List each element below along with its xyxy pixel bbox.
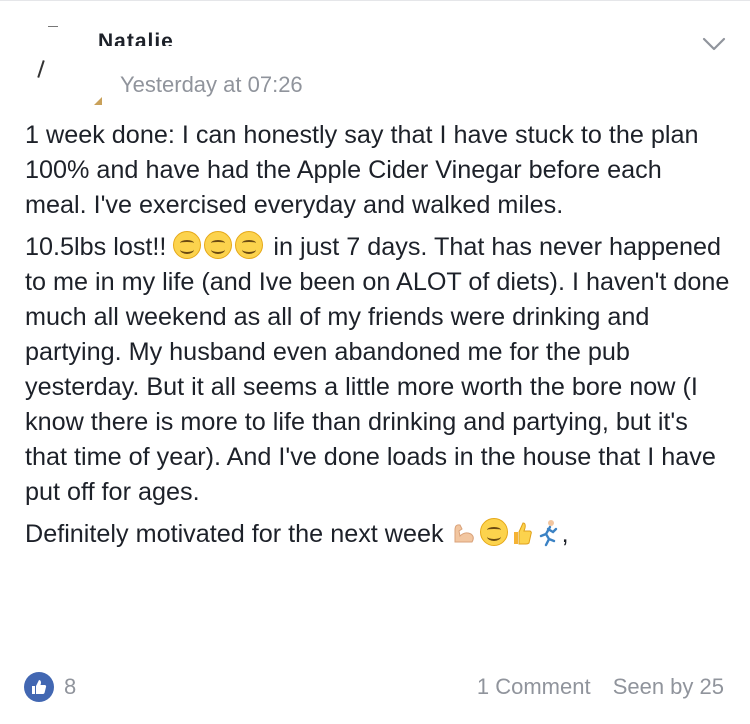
- like-count[interactable]: 8: [64, 674, 76, 700]
- smile-emoji-icon: [204, 231, 233, 259]
- paragraph-3-tail: ,: [561, 520, 569, 548]
- smile-emoji-icon: [235, 231, 264, 259]
- runner-icon: [536, 519, 560, 547]
- divider: [0, 0, 750, 1]
- paragraph-3: Definitely motivated for the next week ,: [25, 517, 730, 552]
- smile-emoji-icon: [173, 231, 202, 259]
- flexed-biceps-icon: [451, 520, 477, 546]
- seen-by[interactable]: Seen by 25: [613, 674, 724, 699]
- paragraph-2-lead: 10.5lbs lost!!: [25, 233, 167, 261]
- paragraph-2: 10.5lbs lost!! in just 7 days. That has …: [25, 230, 730, 510]
- avatar[interactable]: [18, 20, 108, 108]
- author-name[interactable]: Natalie: [98, 30, 174, 46]
- post-timestamp[interactable]: Yesterday at 07:26: [120, 72, 303, 98]
- post-card: Natalie Yesterday at 07:26 1 week done: …: [0, 0, 750, 724]
- chevron-down-icon[interactable]: [700, 30, 728, 58]
- paragraph-1: 1 week done: I can honestly say that I h…: [25, 121, 699, 219]
- comments-link[interactable]: 1 Comment: [477, 674, 591, 699]
- thumbs-up-icon: [511, 520, 533, 546]
- smile-emoji-icon: [479, 518, 508, 546]
- paragraph-3-text: Definitely motivated for the next week: [25, 520, 444, 548]
- paragraph-2-rest: in just 7 days. That has never happened …: [25, 233, 730, 506]
- post-body: 1 week done: I can honestly say that I h…: [25, 118, 730, 559]
- post-meta: 1 Comment Seen by 25: [461, 674, 724, 700]
- reactions[interactable]: 8: [24, 672, 76, 702]
- like-thumb-icon[interactable]: [24, 672, 54, 702]
